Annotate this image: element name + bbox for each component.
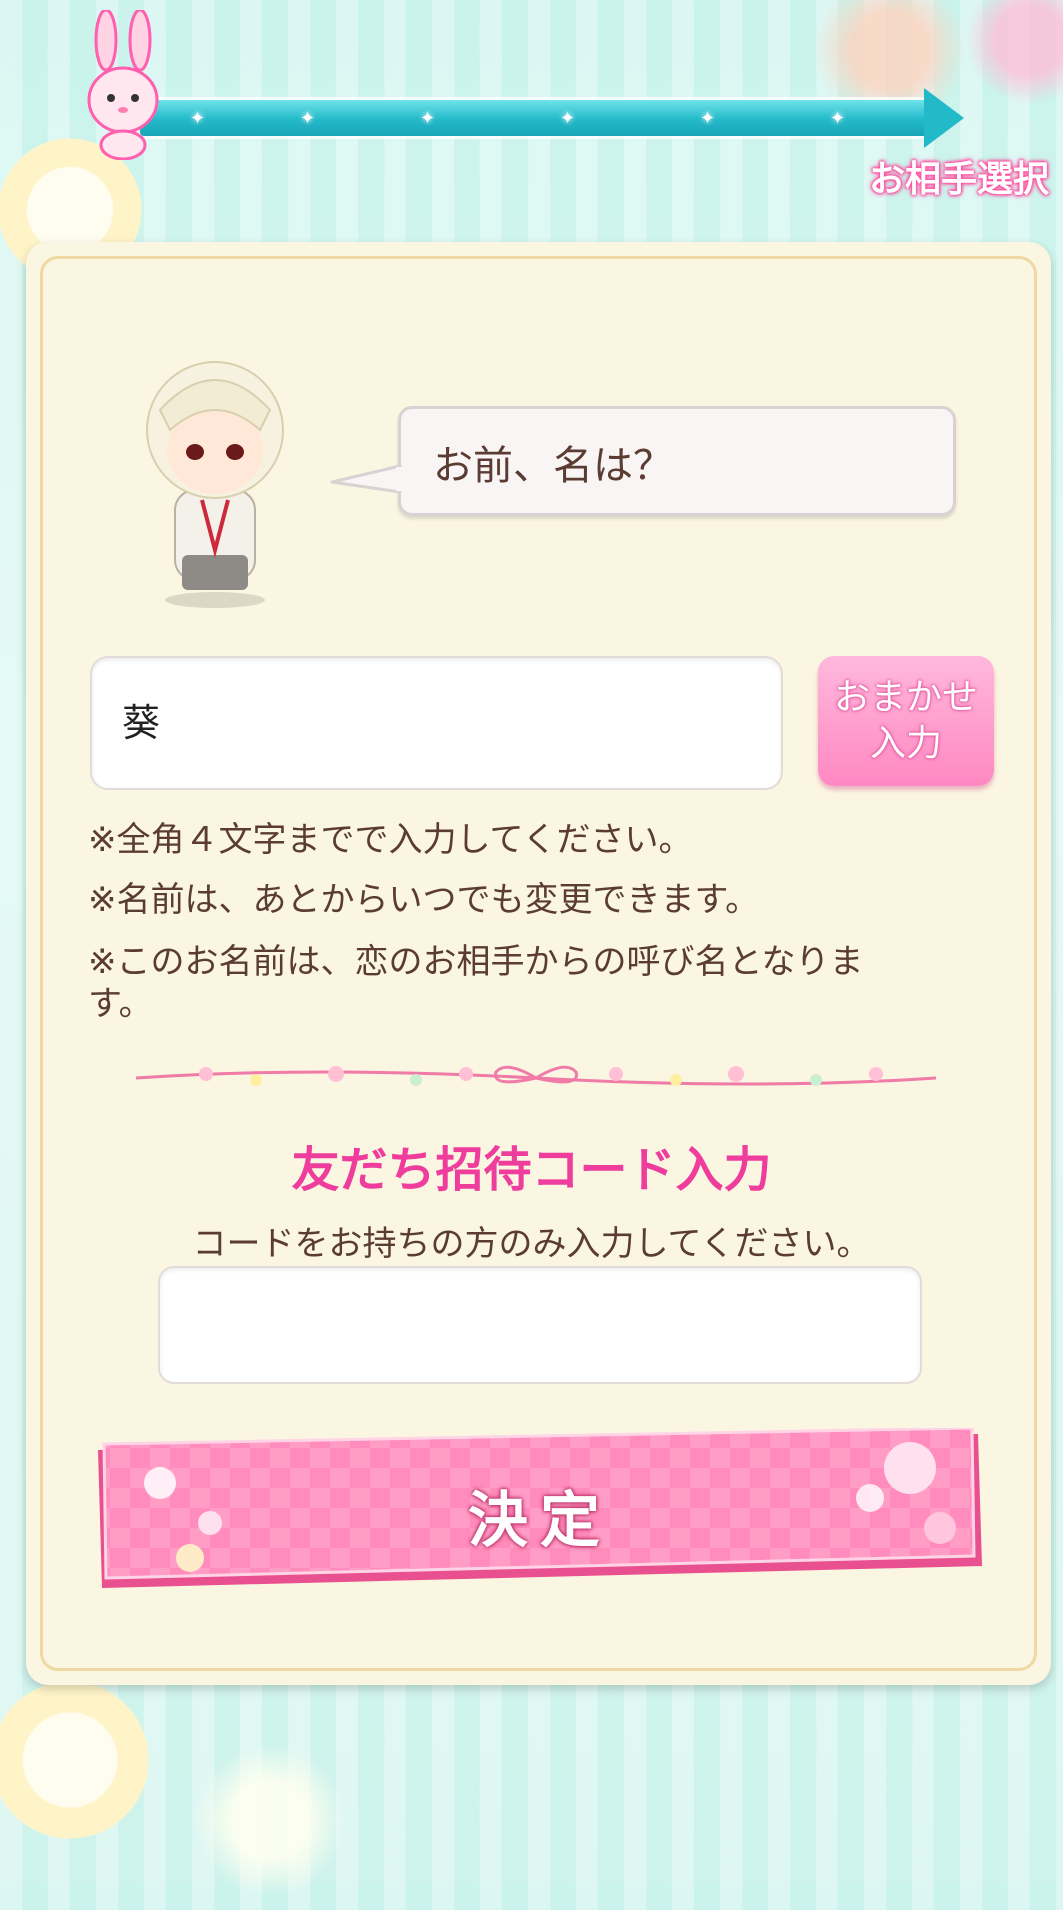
sparkle-icon: ✦ [700, 108, 716, 129]
progress-bar [140, 100, 930, 136]
progress-arrow-icon [924, 88, 964, 148]
sparkle-icon: ✦ [190, 108, 206, 129]
ribbon-flower-divider-icon [135, 1065, 937, 1086]
sparkle-icon: ✦ [560, 108, 576, 129]
step-label: お相手選択 [868, 159, 1049, 200]
rabbit-mascot-icon [87, 10, 159, 160]
sparkle-icon: ✦ [420, 108, 436, 129]
note-text: ※全角４文字までで入力してください。 [88, 820, 693, 860]
invite-code-title: 友だち招待コード入力 [291, 1142, 772, 1198]
invite-code-subtitle: コードをお持ちの方のみ入力してください。 [192, 1224, 871, 1264]
invite-code-input[interactable] [158, 1266, 922, 1384]
speech-bubble: お前、名は？ [398, 406, 956, 516]
note-text: ※このお名前は、恋のお相手からの呼び名となりま [88, 942, 864, 982]
sparkle-icon: ✦ [830, 108, 846, 129]
random-name-button[interactable]: おまかせ 入力 [818, 656, 994, 786]
note-text: ※名前は、あとからいつでも変更できます。 [88, 880, 760, 920]
submit-label: 決定 [468, 1486, 612, 1556]
random-button-label-line2: 入力 [869, 723, 942, 764]
submit-button[interactable]: 決定 [90, 1428, 990, 1598]
note-text: す。 [88, 984, 153, 1024]
name-input[interactable]: 葵 [90, 656, 783, 790]
sparkle-icon: ✦ [300, 108, 316, 129]
speech-bubble-tail [330, 464, 402, 494]
chibi-character-icon [146, 361, 284, 608]
random-button-label-line1: おまかせ [833, 677, 978, 718]
background-flower-decoration [180, 1730, 360, 1910]
speech-text: お前、名は？ [433, 443, 673, 489]
background-flower-decoration [960, 0, 1063, 110]
